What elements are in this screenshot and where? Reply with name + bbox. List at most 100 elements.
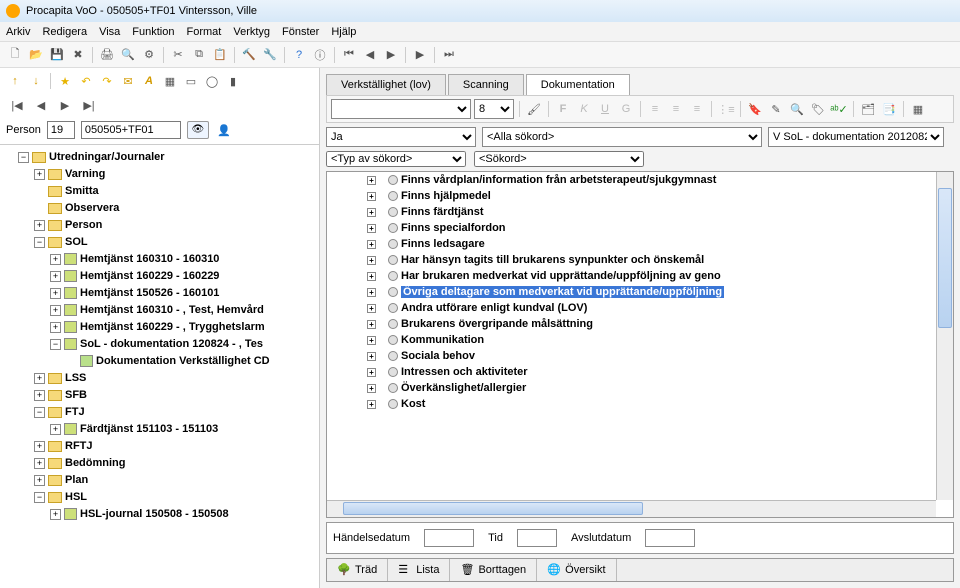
print-icon[interactable]: 🖨: [98, 46, 116, 64]
menu-arkiv[interactable]: Arkiv: [6, 26, 30, 38]
action-3-icon[interactable]: 🔍: [788, 100, 806, 118]
expand-icon[interactable]: +: [50, 305, 61, 316]
about-icon[interactable]: ⓘ: [311, 46, 329, 64]
expand-icon[interactable]: +: [367, 192, 376, 201]
expand-icon[interactable]: +: [367, 320, 376, 329]
tree-root[interactable]: Utredningar/Journaler: [49, 151, 165, 163]
up-icon[interactable]: ↑: [6, 72, 24, 90]
doc-item[interactable]: +Andra utförare enligt kundval (LOV): [367, 300, 953, 316]
paste-icon[interactable]: 📋: [211, 46, 229, 64]
align-right-icon[interactable]: ≡: [688, 100, 706, 118]
expand-icon[interactable]: +: [50, 322, 61, 333]
action-6-icon[interactable]: 📑: [880, 100, 898, 118]
print-preview-icon[interactable]: 🔍: [119, 46, 137, 64]
handelsedatum-input[interactable]: [424, 529, 474, 547]
tree-doc-leaf[interactable]: Dokumentation Verkställighet CD: [96, 355, 270, 367]
tree-varning[interactable]: Varning: [65, 168, 105, 180]
new-icon[interactable]: 🗋: [6, 46, 24, 64]
collapse-icon[interactable]: −: [18, 152, 29, 163]
expand-icon[interactable]: +: [34, 390, 45, 401]
doc-item[interactable]: +Kost: [367, 396, 953, 412]
print-setup-icon[interactable]: ⚙: [140, 46, 158, 64]
doc-item[interactable]: +Finns ledsagare: [367, 236, 953, 252]
tree-item[interactable]: Hemtjänst 160310 - 160310: [80, 253, 219, 265]
bullet-list-icon[interactable]: ⋮≡: [717, 100, 735, 118]
tree-item[interactable]: HSL-journal 150508 - 150508: [80, 508, 229, 520]
expand-icon[interactable]: +: [50, 271, 61, 282]
tree-item[interactable]: Hemtjänst 150526 - 160101: [80, 287, 219, 299]
menu-hjalp[interactable]: Hjälp: [331, 26, 356, 38]
menu-verktyg[interactable]: Verktyg: [233, 26, 270, 38]
star-icon[interactable]: ★: [56, 72, 74, 90]
action-2-icon[interactable]: ✎: [767, 100, 785, 118]
first-icon[interactable]: ⏮: [340, 46, 358, 64]
expand-icon[interactable]: +: [367, 336, 376, 345]
tree-plan[interactable]: Plan: [65, 474, 88, 486]
last-icon[interactable]: ⏭: [440, 46, 458, 64]
expand-icon[interactable]: +: [367, 208, 376, 217]
tab-dokumentation[interactable]: Dokumentation: [526, 74, 630, 95]
tree-observera[interactable]: Observera: [65, 202, 119, 214]
expand-icon[interactable]: +: [367, 384, 376, 393]
doc-item[interactable]: +Kommunikation: [367, 332, 953, 348]
expand-icon[interactable]: +: [34, 475, 45, 486]
expand-icon[interactable]: +: [367, 176, 376, 185]
action-4-icon[interactable]: 🏷: [809, 100, 827, 118]
tree-ftj[interactable]: FTJ: [65, 406, 85, 418]
tree-hsl[interactable]: HSL: [65, 491, 87, 503]
prev-icon[interactable]: ◀: [361, 46, 379, 64]
spellcheck-icon[interactable]: ᵃᵇ✓: [830, 100, 848, 118]
filter-sokord-select[interactable]: <Alla sökord>: [482, 127, 762, 147]
tree-sol[interactable]: SOL: [65, 236, 88, 248]
align-left-icon[interactable]: ≡: [646, 100, 664, 118]
expand-icon[interactable]: +: [367, 368, 376, 377]
bars-icon[interactable]: ▮: [224, 72, 242, 90]
open-icon[interactable]: 📂: [27, 46, 45, 64]
expand-icon[interactable]: +: [367, 304, 376, 313]
bold-icon[interactable]: F: [554, 100, 572, 118]
collapse-icon[interactable]: −: [34, 492, 45, 503]
doc-item[interactable]: +Finns färdtjänst: [367, 204, 953, 220]
doc-item[interactable]: +Intressen och aktiviteter: [367, 364, 953, 380]
font-size-select[interactable]: 8: [474, 99, 514, 119]
undo-icon[interactable]: ↶: [77, 72, 95, 90]
btab-lista[interactable]: ☰Lista: [388, 559, 450, 581]
color-icon[interactable]: 🖌: [525, 100, 543, 118]
expand-icon[interactable]: +: [367, 272, 376, 281]
avslut-input[interactable]: [645, 529, 695, 547]
doc-item[interactable]: +Brukarens övergripande målsättning: [367, 316, 953, 332]
left-tree[interactable]: −Utredningar/Journaler +Varning Smitta O…: [0, 144, 319, 588]
doc-item[interactable]: +Övriga deltagare som medverkat vid uppr…: [367, 284, 953, 300]
table-icon[interactable]: ▦: [909, 100, 927, 118]
tree-lss[interactable]: LSS: [65, 372, 86, 384]
btab-borttagen[interactable]: 🗑Borttagen: [450, 559, 537, 581]
nav-last-icon[interactable]: ▶|: [80, 96, 98, 114]
play-icon[interactable]: ▶: [411, 46, 429, 64]
expand-icon[interactable]: +: [34, 220, 45, 231]
menu-redigera[interactable]: Redigera: [42, 26, 87, 38]
expand-icon[interactable]: +: [367, 240, 376, 249]
menu-funktion[interactable]: Funktion: [132, 26, 174, 38]
doc-tree[interactable]: +Finns vårdplan/information från arbetst…: [327, 172, 953, 412]
collapse-icon[interactable]: −: [34, 237, 45, 248]
align-center-icon[interactable]: ≡: [667, 100, 685, 118]
doc-item[interactable]: +Överkänslighet/allergier: [367, 380, 953, 396]
menu-visa[interactable]: Visa: [99, 26, 120, 38]
expand-icon[interactable]: +: [50, 424, 61, 435]
expand-icon[interactable]: +: [34, 373, 45, 384]
action-1-icon[interactable]: 🔖: [746, 100, 764, 118]
scrollbar-thumb[interactable]: [938, 188, 952, 328]
expand-icon[interactable]: +: [34, 458, 45, 469]
tree-doc-node[interactable]: SoL - dokumentation 120824 - , Tes: [80, 338, 263, 350]
next-icon[interactable]: ▶: [382, 46, 400, 64]
down-icon[interactable]: ↓: [27, 72, 45, 90]
filter-doc-select[interactable]: V SoL - dokumentation 20120824-: [768, 127, 944, 147]
tool-b-icon[interactable]: 🔧: [261, 46, 279, 64]
cut-icon[interactable]: ✂: [169, 46, 187, 64]
doc-item[interactable]: +Har hänsyn tagits till brukarens synpun…: [367, 252, 953, 268]
person-num-input[interactable]: [47, 121, 75, 139]
circle-icon[interactable]: ◯: [203, 72, 221, 90]
expand-icon[interactable]: +: [50, 288, 61, 299]
filter-sokord2-select[interactable]: <Sökord>: [474, 151, 644, 167]
book-icon[interactable]: ▭: [182, 72, 200, 90]
